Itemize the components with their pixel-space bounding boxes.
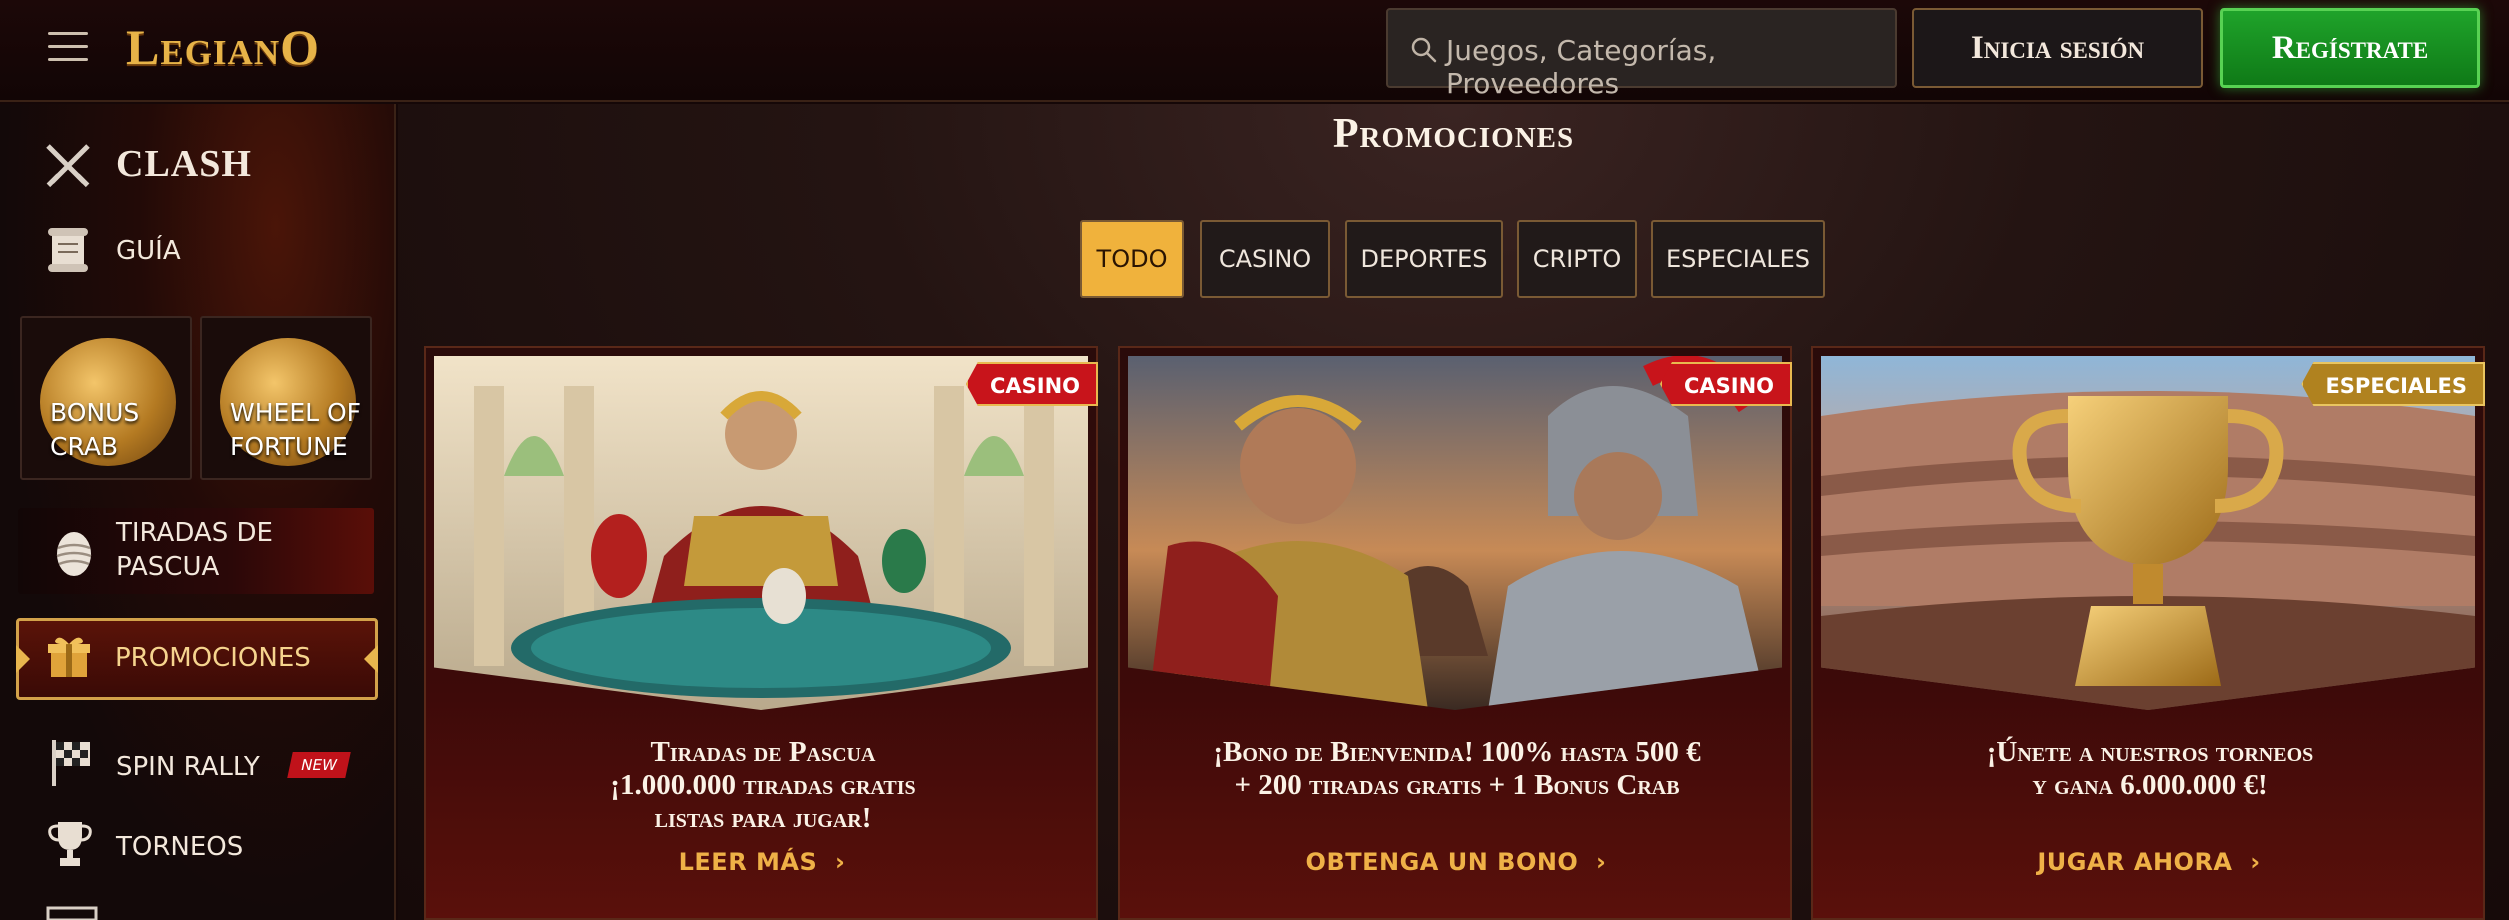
- tile-label: BONUS CRAB: [50, 398, 140, 461]
- crossed-swords-icon: [46, 144, 90, 188]
- promo-card-welcome-bonus[interactable]: CASINO ¡Bono de Bienvenida! 100% hasta 5…: [1118, 346, 1792, 920]
- register-button[interactable]: Regístrate: [2220, 8, 2480, 88]
- filter-tabs: TODO CASINO DEPORTES CRIPTO ESPECIALES: [398, 220, 2509, 300]
- promo-image-emperor: [434, 356, 1088, 710]
- sidebar-item-easter-spins[interactable]: TIRADAS DE PASCUA: [18, 508, 374, 594]
- menu-icon[interactable]: [48, 30, 88, 62]
- card-link-read-more[interactable]: LEER MÁS ›: [426, 848, 1098, 876]
- card-title: ¡Bono de Bienvenida! 100% hasta 500 € + …: [1213, 736, 1701, 801]
- chevron-right-icon: ›: [2241, 848, 2261, 876]
- card-title: ¡Únete a nuestros torneos y gana 6.000.0…: [1986, 736, 2314, 801]
- sidebar-item-label: CLASH: [116, 143, 252, 185]
- card-category-badge: CASINO: [1659, 362, 1792, 406]
- search-icon: [1411, 37, 1437, 63]
- card-category-badge: ESPECIALES: [2301, 362, 2485, 406]
- easter-egg-icon: [56, 532, 92, 576]
- main-content: Promociones TODO CASINO DEPORTES CRIPTO …: [398, 104, 2509, 920]
- sidebar-item-label: TIRADAS DE PASCUA: [116, 518, 273, 582]
- card-title: Tiradas de Pascua ¡1.000.000 tiradas gra…: [610, 736, 916, 834]
- wheel-of-fortune-tile[interactable]: WHEEL OF FORTUNE: [200, 316, 372, 480]
- sidebar-item-guide[interactable]: GUÍA: [0, 214, 394, 284]
- new-badge: NEW: [287, 752, 351, 778]
- tile-label: WHEEL OF FORTUNE: [230, 398, 362, 461]
- sidebar-item-promotions[interactable]: PROMOCIONES: [16, 618, 378, 700]
- store-icon[interactable]: [44, 904, 100, 920]
- sidebar-item-label: TORNEOS: [116, 832, 244, 862]
- sidebar-item-label: SPIN RALLY: [116, 752, 260, 782]
- card-link-get-bonus[interactable]: OBTENGA UN BONO ›: [1120, 848, 1792, 876]
- promo-card-tournaments[interactable]: ESPECIALES ¡Únete a nuestros torneos y g…: [1811, 346, 2485, 920]
- search-input[interactable]: Juegos, Categorías, Proveedores: [1386, 8, 1897, 100]
- search-placeholder: Juegos, Categorías, Proveedores: [1446, 34, 1717, 100]
- sidebar-item-clash[interactable]: CLASH: [0, 132, 394, 202]
- chevron-right-icon: ›: [826, 848, 846, 876]
- card-link-play-now[interactable]: JUGAR AHORA ›: [1813, 848, 2485, 876]
- promo-card-easter[interactable]: CASINO Tiradas de Pascua ¡1.000.000 tira…: [424, 346, 1098, 920]
- promo-image-trophy: [1821, 356, 2475, 710]
- login-button[interactable]: Inicia sesión: [1912, 8, 2203, 88]
- filter-casino[interactable]: CASINO: [1200, 220, 1330, 298]
- bonus-crab-tile[interactable]: BONUS CRAB: [20, 316, 192, 480]
- sidebar-item-label: PROMOCIONES: [115, 643, 311, 673]
- card-category-badge: CASINO: [965, 362, 1098, 406]
- promo-image-gladiators: [1128, 356, 1782, 710]
- logo[interactable]: LegianO: [126, 18, 320, 78]
- page-title: Promociones: [1332, 111, 1575, 157]
- filter-todo[interactable]: TODO: [1080, 220, 1184, 298]
- top-header: LegianO Juegos, Categorías, Proveedores …: [0, 0, 2509, 102]
- gift-icon: [48, 637, 90, 677]
- sidebar: CLASH GUÍA BONUS CRAB WHEEL OF FORTUNE T…: [0, 104, 396, 920]
- sidebar-item-tournaments[interactable]: TORNEOS: [0, 808, 394, 880]
- filter-cripto[interactable]: CRIPTO: [1517, 220, 1637, 298]
- scroll-icon: [48, 228, 88, 272]
- trophy-icon: [48, 822, 92, 866]
- filter-especiales[interactable]: ESPECIALES: [1651, 220, 1825, 298]
- chevron-right-icon: ›: [1587, 848, 1607, 876]
- filter-deportes[interactable]: DEPORTES: [1345, 220, 1503, 298]
- sidebar-item-label: GUÍA: [116, 236, 181, 266]
- checkered-flag-icon: [52, 740, 90, 786]
